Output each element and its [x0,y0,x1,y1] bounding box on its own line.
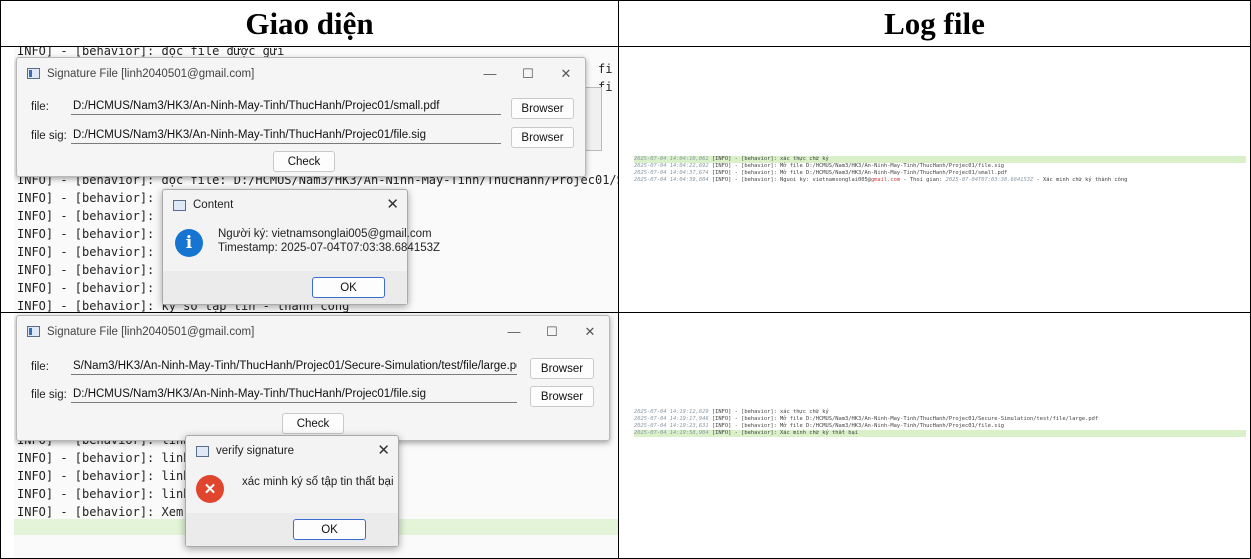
terminal-fragment: fi [598,62,613,76]
file-browse-button[interactable]: Browser [530,358,594,379]
ok-button[interactable]: OK [312,277,385,298]
window-controls: — ☐ ✕ [471,58,585,89]
signature-window-bottom: Signature File [linh2040501@gmail.com] —… [16,315,610,441]
dialog-app-icon [173,199,186,211]
error-message: xác minh ký số tập tin thất bại [242,476,394,488]
app-icon [27,68,40,79]
dialog-title: verify signature [216,445,294,457]
terminal-line: INFO] - [behavior]: Ký [17,263,176,277]
signer-text: Người ký: vietnamsonglai005@gmail.com [218,228,432,240]
window-controls: — ☐ ✕ [495,316,609,347]
file-label: file: [31,361,49,373]
info-icon: i [175,229,203,257]
bottom-ui-cell: INFO] - [behavior]: linh count INFO] - [… [14,313,618,558]
content-dialog: Content ✕ i Người ký: vietnamsonglai005@… [162,189,440,305]
top-log-file: 2025-07-04 14:04:10,061 [INFO] - [behavi… [634,156,1246,184]
dialog-footer: OK [186,513,398,546]
dialog-app-icon [196,445,209,457]
check-button[interactable]: Check [273,151,335,172]
log-line: 2025-07-04 14:04:22,692 [INFO] - [behavi… [634,163,1004,169]
minimize-icon[interactable]: — [495,316,533,347]
terminal-line: INFO] - [behavior]: ký [17,227,176,241]
ok-button[interactable]: OK [293,519,366,540]
log-line: 2025-07-04 14:19:12,829 [INFO] - [behavi… [634,409,829,415]
app-icon [27,326,40,337]
window-title: Signature File [linh2040501@gmail.com] [47,325,255,338]
sig-label: file sig: [31,389,67,401]
dialog-close-icon[interactable]: ✕ [377,441,390,459]
terminal-line: INFO] - [behavior]: ký [17,191,176,205]
table-border-left [0,0,1,559]
maximize-icon[interactable]: ☐ [509,58,547,89]
timestamp-text: Timestamp: 2025-07-04T07:03:38.684153Z [218,242,441,254]
signature-window-top: Signature File [linh2040501@gmail.com] —… [16,57,586,177]
verify-dialog: verify signature ✕ ✕ xác minh ký số tập … [185,435,399,547]
header-giao-dien: Giao diện [245,5,374,41]
file-browse-button[interactable]: Browser [511,98,574,119]
log-line: 2025-07-04 14:19:58,904 [INFO] - [behavi… [634,430,1246,437]
table-border-center [618,0,619,559]
minimize-icon[interactable]: — [471,58,509,89]
log-line: 2025-07-04 14:04:39,804 [INFO] - [behavi… [634,177,1128,183]
sig-browse-button[interactable]: Browser [530,386,594,407]
close-icon[interactable]: ✕ [547,58,585,89]
dialog-titlebar[interactable]: Content [163,190,407,220]
file-label: file: [31,101,49,113]
maximize-icon[interactable]: ☐ [533,316,571,347]
dialog-close-icon[interactable]: ✕ [386,195,399,213]
dialog-titlebar[interactable]: verify signature [186,436,398,466]
check-button[interactable]: Check [282,413,344,434]
sig-browse-button[interactable]: Browser [511,127,574,148]
window-title: Signature File [linh2040501@gmail.com] [47,67,255,80]
error-icon: ✕ [196,475,224,503]
log-line: 2025-07-04 14:19:17,946 [INFO] - [behavi… [634,416,1099,422]
sig-label: file sig: [31,130,67,142]
sig-input[interactable]: D:/HCMUS/Nam3/HK3/An-Ninh-May-Tinh/ThucH… [71,386,517,403]
file-input[interactable]: S/Nam3/HK3/An-Ninh-May-Tinh/ThucHanh/Pro… [71,358,517,375]
log-line: 2025-07-04 14:19:23,631 [INFO] - [behavi… [634,423,1004,429]
top-ui-cell: INFO] - [behavior]: đọc file được gửi IN… [14,47,618,312]
dialog-footer: OK [163,271,407,304]
dialog-title: Content [193,199,234,211]
comparison-table: Giao diện Log file INFO] - [behavior]: đ… [0,0,1251,559]
log-line: 2025-07-04 14:04:37,674 [INFO] - [behavi… [634,170,1008,176]
sig-input[interactable]: D:/HCMUS/Nam3/HK3/An-Ninh-May-Tinh/ThucH… [71,127,501,144]
header-log-file: Log file [884,5,985,41]
file-input[interactable]: D:/HCMUS/Nam3/HK3/An-Ninh-May-Tinh/ThucH… [71,98,501,115]
bottom-log-file: 2025-07-04 14:19:12,829 [INFO] - [behavi… [634,409,1246,437]
log-line: 2025-07-04 14:04:10,061 [INFO] - [behavi… [634,156,1246,163]
close-icon[interactable]: ✕ [571,316,609,347]
